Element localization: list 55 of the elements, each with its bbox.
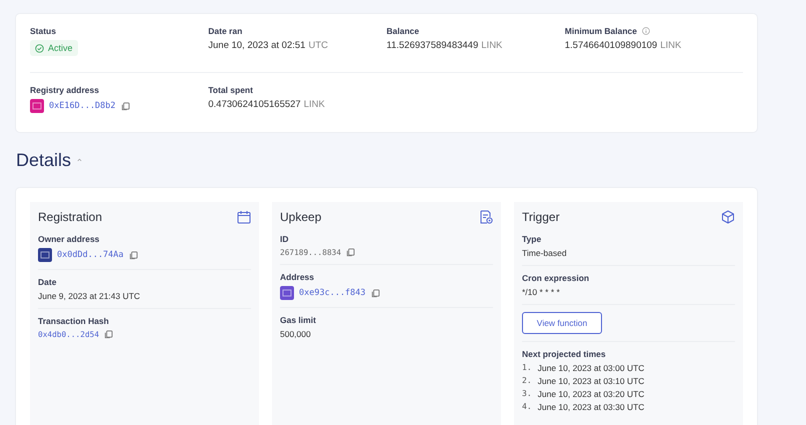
unit-text: UTC bbox=[308, 40, 328, 51]
unit-text: LINK bbox=[304, 99, 325, 110]
field-value: June 9, 2023 at 21:43 UTC bbox=[38, 291, 142, 301]
list-number: 2. bbox=[522, 376, 532, 386]
caret-icon[interactable] bbox=[77, 158, 82, 162]
field-label: Type bbox=[522, 234, 542, 244]
field-label: Transaction Hash bbox=[38, 316, 109, 326]
projected-time: June 10, 2023 at 03:20 UTC bbox=[538, 389, 644, 399]
unit-text: LINK bbox=[481, 40, 502, 51]
field-label: Balance bbox=[386, 26, 420, 36]
field-label: Date ran bbox=[208, 26, 242, 36]
panel-title: Upkeep bbox=[280, 210, 322, 224]
field-label: Gas limit bbox=[280, 315, 316, 325]
field-value: 1.5746640109890109 bbox=[564, 40, 658, 51]
field-label: Date bbox=[38, 277, 56, 287]
address-link[interactable]: 0x0dDd...74Aa bbox=[57, 250, 124, 260]
field-label: Status bbox=[30, 26, 56, 36]
cube-icon bbox=[721, 210, 735, 224]
projected-time: June 10, 2023 at 03:00 UTC bbox=[538, 363, 644, 373]
field-label: ID bbox=[280, 234, 288, 244]
field-value: */10 * * * * bbox=[522, 287, 561, 297]
field-label: Minimum Balance bbox=[564, 26, 638, 36]
panel-title: Registration bbox=[38, 210, 102, 224]
unit-text: LINK bbox=[660, 40, 682, 51]
projected-time: June 10, 2023 at 03:10 UTC bbox=[538, 376, 644, 386]
field-value: 11.526937589483449 bbox=[386, 40, 478, 51]
address-link[interactable]: 0xe93c...f843 bbox=[299, 288, 366, 298]
list-number: 1. bbox=[522, 363, 532, 373]
field-value: Time-based bbox=[522, 248, 568, 258]
copy-icon[interactable] bbox=[104, 330, 114, 339]
projected-time: June 10, 2023 at 03:30 UTC bbox=[538, 402, 644, 412]
field-value: June 10, 2023 at 02:51 bbox=[208, 40, 306, 51]
list-number: 4. bbox=[522, 402, 532, 412]
field-label: Total spent bbox=[208, 85, 253, 95]
view-function-button[interactable]: View function bbox=[522, 312, 602, 334]
field-value: 500,000 bbox=[280, 329, 312, 339]
copy-icon[interactable] bbox=[128, 250, 138, 260]
panel-title: Trigger bbox=[522, 210, 560, 224]
status-text: Active bbox=[48, 43, 73, 53]
field-label: Owner address bbox=[38, 234, 100, 244]
calendar-icon bbox=[237, 210, 251, 224]
copy-icon[interactable] bbox=[120, 102, 130, 110]
field-label: Registry address bbox=[30, 85, 99, 95]
field-label: Address bbox=[280, 272, 314, 282]
address-link[interactable]: 0xE16D...D8b2 bbox=[49, 101, 116, 111]
copy-icon[interactable] bbox=[346, 248, 356, 257]
check-circle-icon bbox=[35, 44, 44, 52]
field-label: Cron expression bbox=[522, 273, 590, 283]
section-heading: Details bbox=[16, 150, 72, 170]
field-label: Next projected times bbox=[522, 349, 606, 359]
field-value: 0.4730624105165527 bbox=[208, 99, 301, 110]
document-gear-icon bbox=[479, 210, 493, 224]
list-number: 3. bbox=[522, 389, 532, 399]
copy-icon[interactable] bbox=[370, 288, 380, 298]
info-icon[interactable] bbox=[642, 27, 650, 35]
